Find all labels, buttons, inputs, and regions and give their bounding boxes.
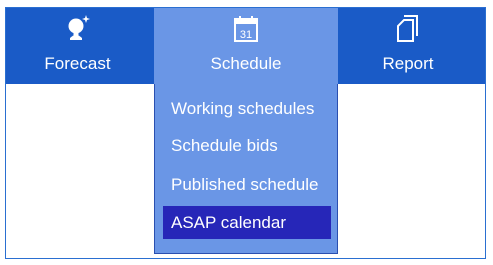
- schedule-dropdown-menu: Working schedules Schedule bids Publishe…: [154, 84, 338, 254]
- nav-item-report[interactable]: Report: [338, 8, 478, 84]
- nav-label-forecast: Forecast: [44, 54, 111, 73]
- menu-item-schedule-bids[interactable]: Schedule bids: [163, 129, 331, 162]
- calendar-icon: 31: [232, 14, 260, 44]
- forecast-icon: [64, 14, 92, 44]
- menu-item-working-schedules[interactable]: Working schedules: [163, 92, 331, 125]
- nav-label-schedule: Schedule: [210, 54, 282, 73]
- menu-item-published-schedule[interactable]: Published schedule: [163, 168, 331, 201]
- report-icon: [394, 14, 422, 44]
- menu-item-asap-calendar[interactable]: ASAP calendar: [163, 206, 331, 239]
- nav-label-report: Report: [382, 54, 434, 73]
- nav-item-forecast[interactable]: Forecast: [6, 8, 149, 84]
- calendar-icon-day: 31: [240, 29, 252, 41]
- nav-item-schedule[interactable]: 31 Schedule: [154, 8, 338, 84]
